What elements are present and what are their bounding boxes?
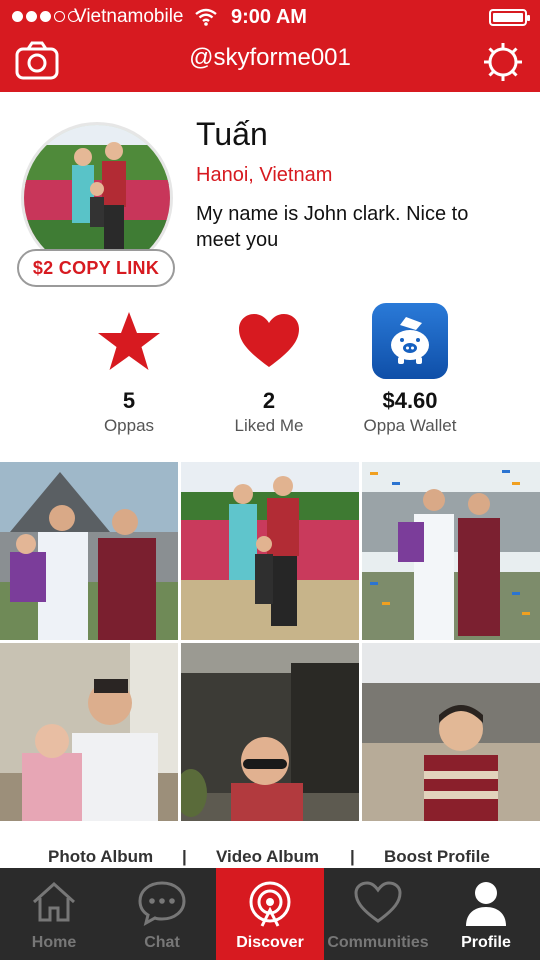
wifi-icon <box>195 8 217 26</box>
piggy-bank-icon <box>372 303 448 379</box>
stat-value: $4.60 <box>382 388 438 413</box>
status-bar: Vietnamobile 9:00 AM <box>0 0 540 34</box>
heart-outline-icon <box>354 881 402 923</box>
carrier-name: Vietnamobile <box>74 6 184 27</box>
tab-chat[interactable]: Chat <box>108 868 216 960</box>
photo-thumbnail[interactable] <box>362 643 540 821</box>
profile-location: Hanoi, Vietnam <box>196 164 333 186</box>
tab-communities[interactable]: Communities <box>324 868 432 960</box>
profile-name: Tuấn <box>196 116 268 152</box>
link-separator: | <box>182 847 187 866</box>
home-icon <box>32 881 76 922</box>
profile-links: Photo Album | Video Album | Boost Profil… <box>0 845 540 869</box>
photo-thumbnail[interactable] <box>181 643 359 821</box>
person-icon <box>466 882 506 926</box>
status-time: 9:00 AM <box>231 6 307 28</box>
boost-profile-link[interactable]: Boost Profile <box>384 847 490 867</box>
copy-link-button[interactable]: $2 COPY LINK <box>17 249 175 287</box>
settings-button[interactable] <box>481 40 525 84</box>
tab-label: Discover <box>236 934 304 951</box>
page-title: @skyforme001 <box>189 44 351 71</box>
header-bar: Vietnamobile 9:00 AM @skyforme001 <box>0 0 540 92</box>
tab-label: Home <box>31 934 77 951</box>
video-album-link[interactable]: Video Album <box>216 847 319 867</box>
settings-icon <box>484 43 522 81</box>
star-icon <box>98 312 160 370</box>
signal-strength-icon <box>12 11 79 22</box>
profile-bio: My name is John clark. Nice to meet you <box>196 203 469 251</box>
tab-profile[interactable]: Profile <box>432 868 540 960</box>
tab-label: Profile <box>461 934 511 951</box>
stat-oppa-wallet[interactable]: $4.60 Oppa Wallet <box>325 300 495 436</box>
photo-thumbnail[interactable] <box>0 462 178 640</box>
link-separator: | <box>350 847 355 866</box>
photo-thumbnail[interactable] <box>181 462 359 640</box>
battery-icon <box>489 9 530 26</box>
heart-icon <box>239 314 299 367</box>
tab-label: Communities <box>327 934 429 951</box>
tab-bar: Home Chat Discover Communities Profile <box>0 868 540 960</box>
stat-label: Oppa Wallet <box>363 416 457 435</box>
photo-thumbnail[interactable] <box>0 643 178 821</box>
tab-discover[interactable]: Discover <box>216 868 324 960</box>
chat-icon <box>138 881 186 926</box>
photo-thumbnail[interactable] <box>362 462 540 640</box>
photo-album-link[interactable]: Photo Album <box>48 847 153 867</box>
tab-label: Chat <box>144 934 180 951</box>
discover-icon <box>249 881 291 927</box>
tab-home[interactable]: Home <box>0 868 108 960</box>
